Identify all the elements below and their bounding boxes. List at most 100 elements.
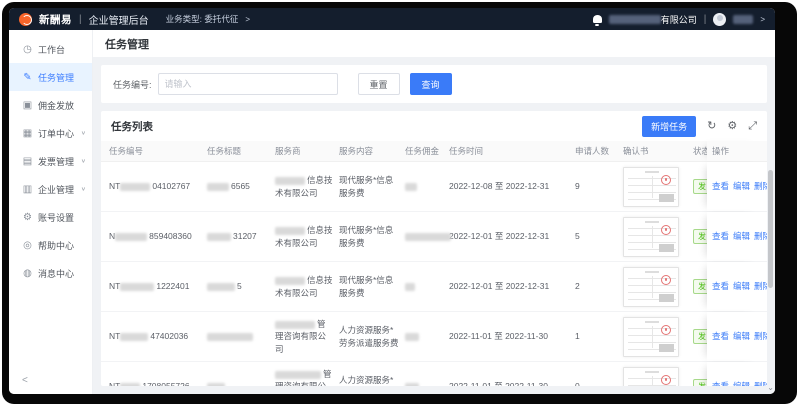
- sidebar-item-company[interactable]: ▥企业管理∨: [9, 175, 92, 203]
- cell-status: 发: [693, 329, 707, 345]
- edit-link[interactable]: 编辑: [733, 330, 750, 342]
- cell-provider: 信息技术有限公司: [275, 224, 339, 249]
- topbar-separator: |: [704, 14, 707, 25]
- sidebar-item-account[interactable]: ⚙账号设置: [9, 203, 92, 231]
- delete-link[interactable]: 删除: [754, 330, 767, 342]
- app-window: 新酬易 | 企业管理后台 业务类型: 委托代征 > 有限公司 | > ◷工作台✎…: [9, 8, 775, 394]
- cell-confirmation: [623, 217, 693, 257]
- column-header-7: 确认书: [623, 145, 693, 157]
- confirmation-thumbnail[interactable]: [623, 167, 679, 207]
- status-badge: 发: [693, 379, 707, 386]
- commission-redacted: [405, 383, 419, 386]
- task-icon: ✎: [22, 72, 33, 83]
- sidebar-item-label: 消息中心: [38, 267, 74, 280]
- task-title-suffix: 31207: [233, 231, 257, 241]
- stamp-icon: [661, 325, 671, 335]
- thumbnail-seal-block: [659, 244, 674, 252]
- column-header-4: 任务佣金: [405, 145, 449, 157]
- delete-link[interactable]: 删除: [754, 380, 767, 386]
- view-link[interactable]: 查看: [712, 180, 729, 192]
- chevron-down-icon: ∨: [81, 186, 86, 192]
- task-title-suffix: 5: [237, 281, 242, 291]
- list-title: 任务列表: [111, 119, 153, 134]
- query-button[interactable]: 查询: [410, 73, 452, 95]
- cell-task-time: 2022-12-01 至 2022-12-31: [449, 280, 575, 292]
- sidebar-item-commission[interactable]: ▣佣金发放: [9, 91, 92, 119]
- task-no-input[interactable]: [158, 73, 338, 95]
- scrollbar-down-arrow-icon[interactable]: ⌄: [767, 383, 774, 392]
- provider-redacted: [275, 177, 305, 185]
- user-avatar[interactable]: [713, 13, 726, 26]
- cell-status: 发: [693, 379, 707, 386]
- view-link[interactable]: 查看: [712, 280, 729, 292]
- task-no-redacted: [120, 183, 150, 191]
- task-title-redacted: [207, 333, 253, 341]
- add-task-button[interactable]: 新增任务: [642, 116, 696, 137]
- edit-link[interactable]: 编辑: [733, 180, 750, 192]
- view-link[interactable]: 查看: [712, 230, 729, 242]
- edit-link[interactable]: 编辑: [733, 380, 750, 386]
- reset-button[interactable]: 重置: [358, 73, 400, 95]
- chevron-down-icon: ∨: [81, 130, 86, 136]
- delete-link[interactable]: 删除: [754, 280, 767, 292]
- company-name-suffix: 有限公司: [661, 15, 697, 25]
- commission-redacted: [405, 183, 417, 191]
- column-header-2: 服务商: [275, 145, 339, 157]
- status-badge: 发: [693, 279, 707, 295]
- chevron-right-icon: >: [245, 15, 250, 24]
- sidebar-item-tasks[interactable]: ✎任务管理: [9, 63, 92, 91]
- portal-title: 企业管理后台: [89, 12, 149, 27]
- commission-redacted: [405, 333, 419, 341]
- sidebar-collapse-button[interactable]: <: [22, 375, 28, 386]
- sidebar: ◷工作台✎任务管理▣佣金发放▦订单中心∨▤发票管理∨▥企业管理∨⚙账号设置◎帮助…: [9, 30, 93, 394]
- cell-task-title: 31207: [207, 230, 275, 242]
- delete-link[interactable]: 删除: [754, 180, 767, 192]
- view-link[interactable]: 查看: [712, 380, 729, 386]
- sidebar-item-orders[interactable]: ▦订单中心∨: [9, 119, 92, 147]
- confirmation-thumbnail[interactable]: [623, 267, 679, 307]
- view-link[interactable]: 查看: [712, 330, 729, 342]
- refresh-icon[interactable]: ↻: [707, 121, 716, 132]
- dashboard-icon: ◷: [22, 44, 33, 55]
- cell-service-content: 人力资源服务*劳务派遣服务费: [339, 324, 405, 349]
- vertical-scrollbar-thumb[interactable]: [768, 170, 773, 288]
- commission-redacted: [405, 233, 451, 241]
- brand-divider: |: [79, 14, 82, 25]
- sidebar-item-workbench[interactable]: ◷工作台: [9, 35, 92, 63]
- brand-logo-icon: [19, 13, 32, 26]
- business-type-selector[interactable]: 业务类型: 委托代征: [166, 13, 239, 25]
- task-no-prefix: NT: [109, 281, 120, 291]
- cell-applicant-count: 1: [575, 330, 623, 342]
- notification-bell-icon[interactable]: [593, 15, 602, 23]
- sidebar-item-invoices[interactable]: ▤发票管理∨: [9, 147, 92, 175]
- page-title: 任务管理: [93, 30, 775, 57]
- sidebar-item-label: 帮助中心: [38, 239, 74, 252]
- main-content: 任务管理 任务编号: 重置 查询 任务列表 新增任务 ↻ ⚙ ⤢: [93, 30, 775, 394]
- sidebar-item-help[interactable]: ◎帮助中心: [9, 231, 92, 259]
- settings-icon[interactable]: ⚙: [727, 121, 737, 132]
- cell-service-content: 现代服务*信息服务费: [339, 224, 405, 249]
- task-title-redacted: [207, 383, 225, 386]
- chevron-down-icon: ∨: [81, 158, 86, 164]
- confirmation-thumbnail[interactable]: [623, 367, 679, 387]
- edit-link[interactable]: 编辑: [733, 280, 750, 292]
- confirmation-thumbnail[interactable]: [623, 217, 679, 257]
- fullscreen-icon[interactable]: ⤢: [748, 121, 757, 132]
- task-no-redacted: [120, 333, 148, 341]
- cell-task-time: 2022-12-01 至 2022-12-31: [449, 230, 575, 242]
- edit-link[interactable]: 编辑: [733, 230, 750, 242]
- confirmation-thumbnail[interactable]: [623, 317, 679, 357]
- stamp-icon: [661, 275, 671, 285]
- cell-status: 发: [693, 229, 707, 245]
- cell-actions: 查看编辑删除: [707, 212, 762, 261]
- table-row: NT47402036管理咨询有限公司人力资源服务*劳务派遣服务费2022-11-…: [101, 312, 767, 362]
- user-menu-chevron-icon[interactable]: >: [760, 15, 765, 24]
- cell-confirmation: [623, 167, 693, 207]
- task-no-suffix: 1222401: [156, 281, 189, 291]
- delete-link[interactable]: 删除: [754, 230, 767, 242]
- sidebar-item-messages[interactable]: ◍消息中心: [9, 259, 92, 287]
- status-badge: 发: [693, 179, 707, 195]
- account-icon: ⚙: [22, 212, 33, 223]
- column-header-1: 任务标题: [207, 145, 275, 157]
- task-title-suffix: 6565: [231, 181, 250, 191]
